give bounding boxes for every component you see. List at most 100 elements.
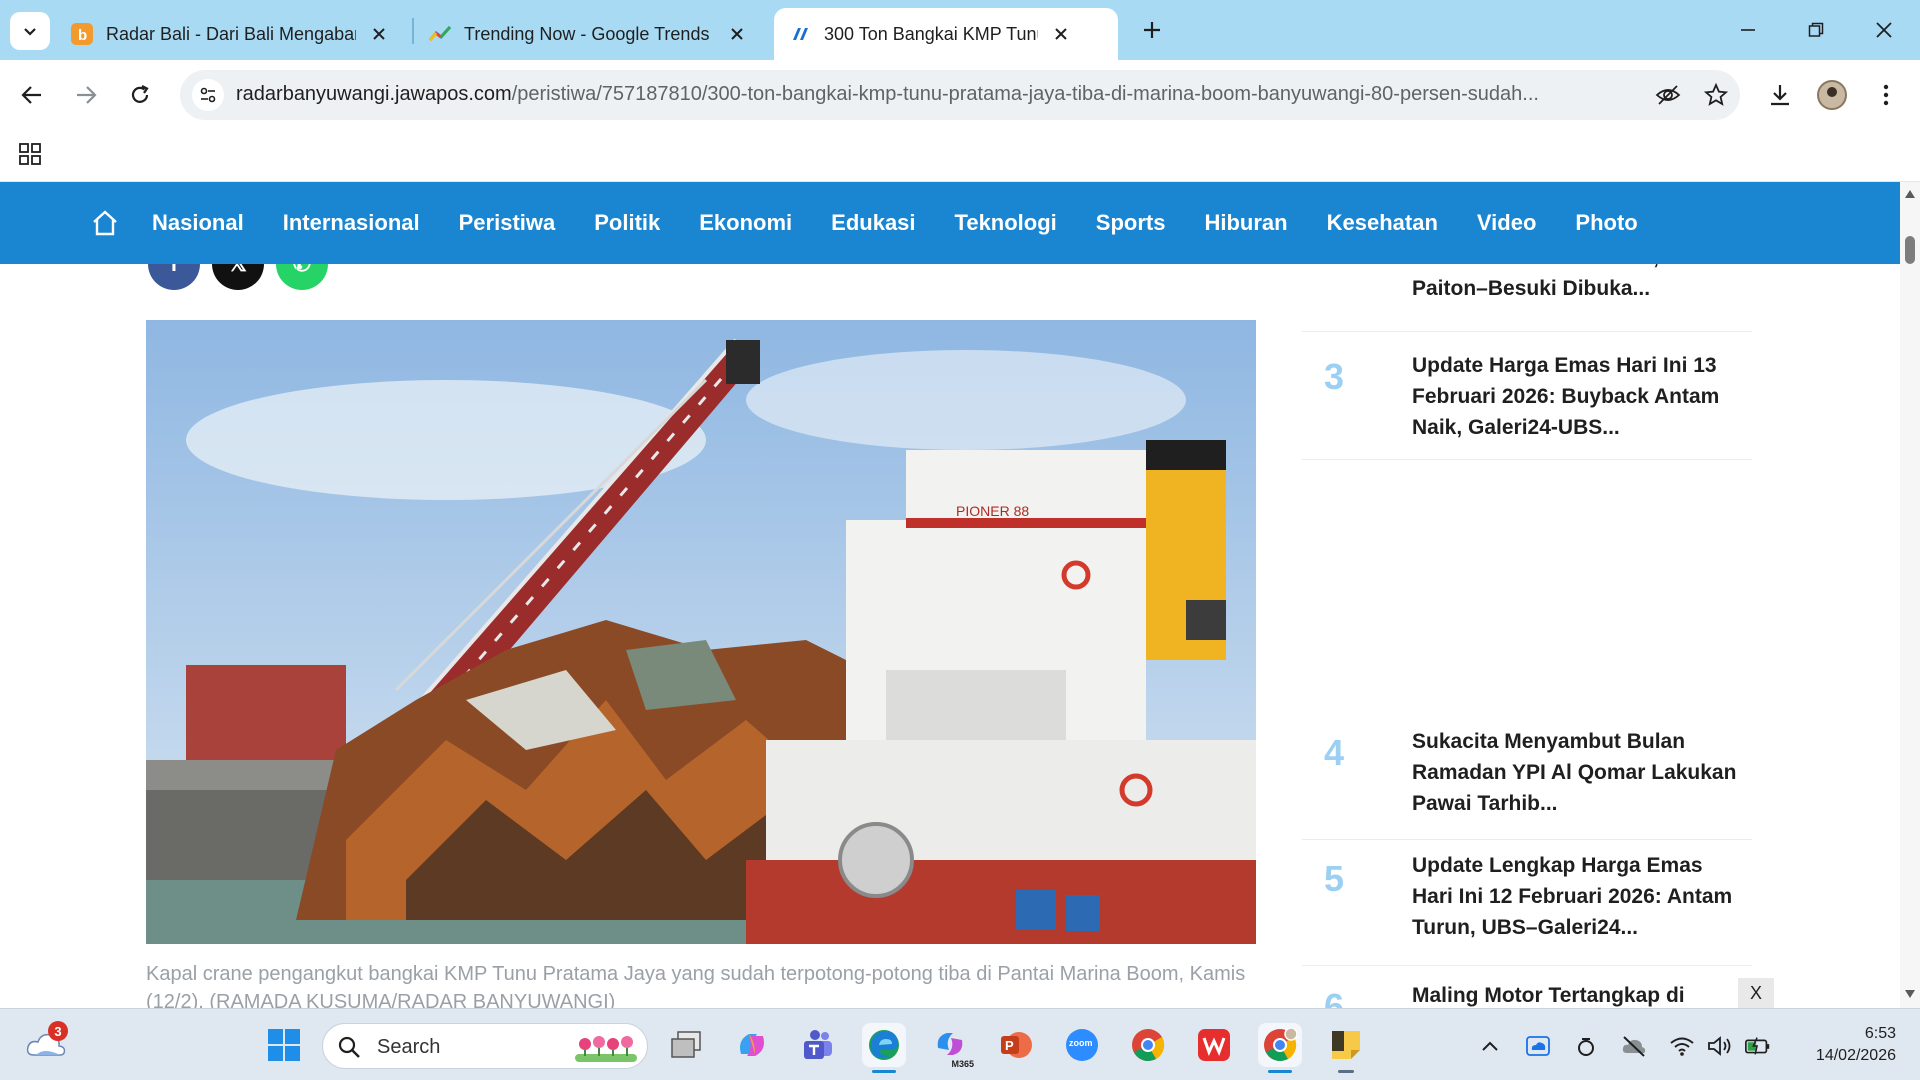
m365-icon <box>937 1033 963 1055</box>
m365-label: M365 <box>951 1059 974 1069</box>
tab-search-button[interactable] <box>10 12 50 50</box>
list-item[interactable]: 5 Update Lengkap Harga Emas Hari Ini 12 … <box>1302 840 1752 966</box>
chrome-button[interactable] <box>1126 1023 1170 1067</box>
search-icon <box>338 1036 360 1058</box>
sticky-notes-button[interactable] <box>1324 1023 1368 1073</box>
trend-title[interactable]: Update Harga Emas Hari Ini 13 Februari 2… <box>1412 350 1742 443</box>
scroll-down-icon[interactable] <box>1904 988 1916 1000</box>
nav-link-edukasi[interactable]: Edukasi <box>831 210 915 236</box>
cloud-off-tray-button[interactable] <box>1620 1033 1648 1059</box>
sync-tray-button[interactable] <box>1572 1033 1600 1059</box>
avatar <box>1817 80 1847 110</box>
tab-active-article[interactable]: 300 Ton Bangkai KMP Tunu Pratama <box>774 8 1118 60</box>
trend-number: 5 <box>1324 858 1345 899</box>
forward-button[interactable] <box>66 75 106 115</box>
nav-link-hiburan[interactable]: Hiburan <box>1204 210 1287 236</box>
windows-taskbar: 3 Search M365 P zoom 6:53 14/02/2026 <box>0 1008 1920 1080</box>
trend-title[interactable]: Update Lengkap Harga Emas Hari Ini 12 Fe… <box>1412 850 1742 943</box>
close-icon[interactable] <box>366 21 392 47</box>
notification-badge: 3 <box>48 1021 68 1041</box>
tray-overflow-button[interactable] <box>1476 1033 1504 1059</box>
nav-link-peristiwa[interactable]: Peristiwa <box>459 210 556 236</box>
nav-link-ekonomi[interactable]: Ekonomi <box>699 210 792 236</box>
eye-off-icon[interactable] <box>1654 81 1682 109</box>
edge-button[interactable] <box>862 1023 906 1073</box>
nav-link-video[interactable]: Video <box>1477 210 1537 236</box>
onedrive-tray-button[interactable] <box>1524 1033 1552 1059</box>
trend-number: 6 <box>1324 986 1345 1008</box>
plus-icon <box>1144 22 1160 38</box>
reload-button[interactable] <box>120 75 160 115</box>
profile-button[interactable] <box>1812 75 1852 115</box>
scroll-up-icon[interactable] <box>1904 188 1916 200</box>
wps-button[interactable] <box>1192 1023 1236 1067</box>
restore-button[interactable] <box>1796 10 1836 50</box>
tab-title: 300 Ton Bangkai KMP Tunu Pratama <box>824 23 1038 44</box>
more-vertical-icon <box>1883 84 1889 106</box>
wifi-icon <box>1670 1037 1694 1056</box>
nav-link-kesehatan[interactable]: Kesehatan <box>1327 210 1438 236</box>
apps-button[interactable] <box>14 138 46 170</box>
close-ad-button[interactable]: X <box>1738 978 1774 1008</box>
taskbar-search[interactable]: Search <box>322 1023 648 1069</box>
article-hero-image[interactable]: PIONER 88 <box>146 320 1256 944</box>
zoom-button[interactable]: zoom <box>1060 1023 1104 1067</box>
close-icon[interactable] <box>1048 21 1074 47</box>
site-navigation: Nasional Internasional Peristiwa Politik… <box>0 182 1900 264</box>
list-item[interactable]: 3 Update Harga Emas Hari Ini 13 Februari… <box>1302 332 1752 460</box>
back-button[interactable] <box>12 75 52 115</box>
zoom-label: zoom <box>1069 1038 1093 1048</box>
trend-title[interactable]: Maling Motor Tertangkap di <box>1412 980 1742 1008</box>
teams-button[interactable] <box>796 1023 840 1067</box>
new-tab-button[interactable] <box>1136 14 1168 46</box>
taskbar-clock[interactable]: 6:53 14/02/2026 <box>1796 1023 1896 1067</box>
powerpoint-button[interactable]: P <box>994 1023 1038 1067</box>
start-button[interactable] <box>262 1023 306 1067</box>
reload-icon <box>131 85 149 103</box>
m365-button[interactable]: M365 <box>928 1023 974 1069</box>
chrome-icon <box>1264 1028 1297 1061</box>
list-item[interactable]: 6 Maling Motor Tertangkap di <box>1302 966 1752 1008</box>
trend-title[interactable]: Sukacita Menyambut Bulan Ramadan YPI Al … <box>1412 726 1742 819</box>
chrome-profile-button[interactable] <box>1258 1023 1302 1073</box>
onedrive-icon <box>1526 1036 1550 1056</box>
home-icon[interactable] <box>90 208 120 238</box>
image-caption: Kapal crane pengangkut bangkai KMP Tunu … <box>146 963 1246 1008</box>
browser-menu-button[interactable] <box>1866 75 1906 115</box>
nav-link-teknologi[interactable]: Teknologi <box>955 210 1057 236</box>
task-view-icon <box>671 1031 701 1058</box>
minimize-button[interactable] <box>1728 10 1768 50</box>
tab-radar-bali[interactable]: b Radar Bali - Dari Bali Mengabarkan <box>56 8 406 60</box>
trend-number: 3 <box>1324 356 1345 397</box>
tulip-search-highlight-icon <box>575 1036 637 1062</box>
list-item[interactable]: 4 Sukacita Menyambut Bulan Ramadan YPI A… <box>1302 712 1752 840</box>
url-text[interactable]: radarbanyuwangi.jawapos.com/peristiwa/75… <box>236 83 1646 106</box>
bookmark-star-icon[interactable] <box>1702 81 1730 109</box>
page-scrollbar[interactable] <box>1900 182 1920 1008</box>
wifi-tray-button[interactable] <box>1668 1033 1696 1059</box>
scroll-thumb[interactable] <box>1905 236 1915 264</box>
close-window-button[interactable] <box>1864 10 1904 50</box>
tab-google-trends[interactable]: Trending Now - Google Trends <box>414 8 764 60</box>
nav-link-nasional[interactable]: Nasional <box>152 210 244 236</box>
nav-link-sports[interactable]: Sports <box>1096 210 1166 236</box>
windows-icon <box>268 1029 300 1061</box>
trend-number: 4 <box>1324 732 1345 773</box>
site-settings-icon[interactable] <box>192 79 224 111</box>
web-page: Nasional Internasional Peristiwa Politik… <box>0 182 1920 1008</box>
google-trends-icon <box>428 22 452 46</box>
close-icon[interactable] <box>724 21 750 47</box>
running-indicator <box>872 1070 896 1073</box>
task-view-button[interactable] <box>664 1023 708 1067</box>
volume-tray-button[interactable] <box>1706 1033 1734 1059</box>
battery-tray-button[interactable] <box>1744 1033 1772 1059</box>
address-bar[interactable]: radarbanyuwangi.jawapos.com/peristiwa/75… <box>180 70 1740 120</box>
copilot-button[interactable] <box>730 1023 774 1067</box>
nav-link-photo[interactable]: Photo <box>1575 210 1637 236</box>
search-label: Search <box>377 1036 441 1058</box>
arrow-left-icon <box>21 86 41 104</box>
nav-link-politik[interactable]: Politik <box>594 210 660 236</box>
chevron-up-icon <box>1482 1041 1498 1051</box>
nav-link-internasional[interactable]: Internasional <box>283 210 420 236</box>
download-button[interactable] <box>1760 75 1800 115</box>
